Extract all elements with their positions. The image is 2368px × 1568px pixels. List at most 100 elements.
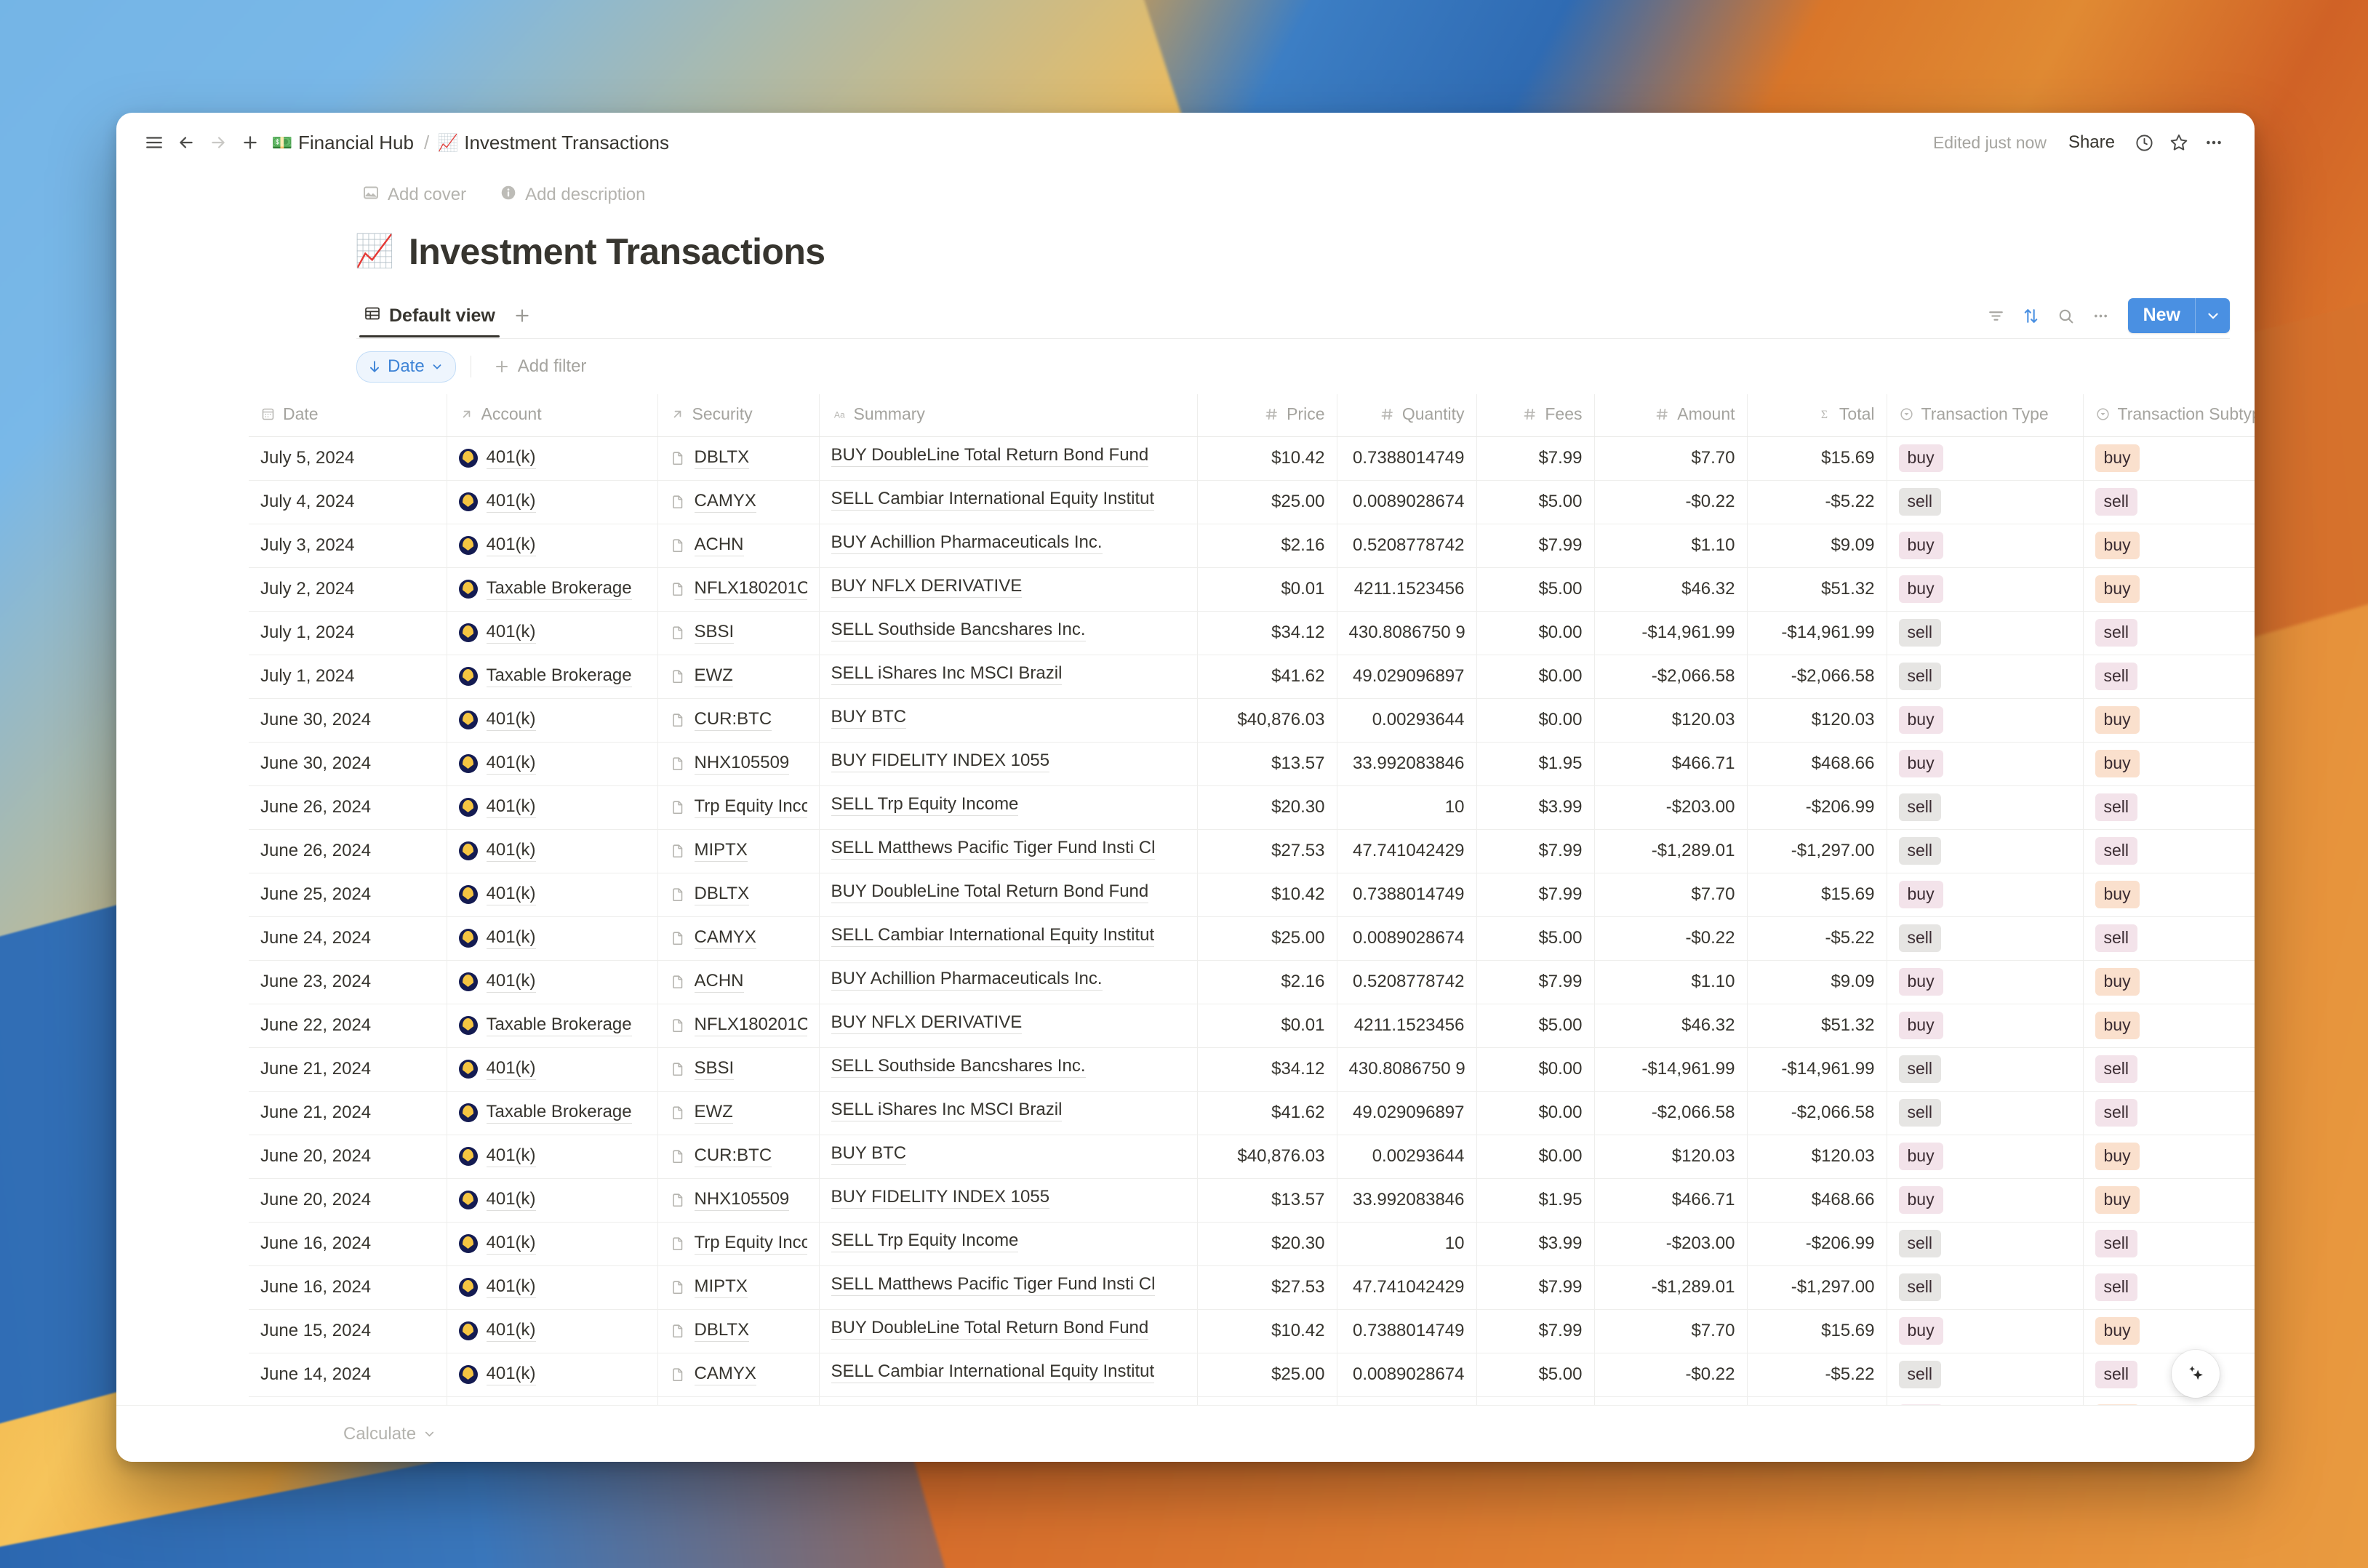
- cell-transaction-subtype[interactable]: buy: [2083, 567, 2255, 612]
- cell-total[interactable]: -$1,297.00: [1747, 1265, 1887, 1310]
- table-row[interactable]: June 25, 2024 401(k) DBLTX BUY DoubleLine…: [249, 873, 2255, 917]
- cell-amount[interactable]: $7.70: [1594, 1309, 1748, 1353]
- cell-security[interactable]: DBLTX: [657, 873, 820, 917]
- cell-summary[interactable]: SELL Southside Bancshares Inc.: [819, 1047, 1198, 1092]
- cell-transaction-type[interactable]: buy: [1887, 436, 2084, 481]
- cell-fees[interactable]: $0.00: [1476, 655, 1595, 699]
- security-relation-link[interactable]: CAMYX: [694, 491, 756, 513]
- cell-date[interactable]: June 13, 2024: [249, 1396, 447, 1405]
- cell-account[interactable]: 401(k): [447, 480, 658, 524]
- cell-account[interactable]: 401(k): [447, 916, 658, 961]
- column-header-fees[interactable]: Fees: [1476, 394, 1595, 437]
- summary-title-link[interactable]: SELL iShares Inc MSCI Brazil: [831, 1100, 1063, 1121]
- cell-price[interactable]: $0.01: [1197, 567, 1337, 612]
- cell-security[interactable]: SBSI: [657, 1047, 820, 1092]
- cell-transaction-type[interactable]: sell: [1887, 1047, 2084, 1092]
- cell-price[interactable]: $25.00: [1197, 916, 1337, 961]
- account-relation-link[interactable]: 401(k): [486, 622, 536, 644]
- summary-title-link[interactable]: SELL Southside Bancshares Inc.: [831, 620, 1086, 641]
- cell-summary[interactable]: SELL Southside Bancshares Inc.: [819, 611, 1198, 655]
- table-scroll-region[interactable]: Date Account Security Aa Summary Price Q…: [116, 394, 2255, 1405]
- cell-amount[interactable]: -$2,066.58: [1594, 1091, 1748, 1135]
- cell-date[interactable]: June 30, 2024: [249, 698, 447, 743]
- cell-account[interactable]: 401(k): [447, 1396, 658, 1405]
- cell-total[interactable]: $9.09: [1747, 524, 1887, 568]
- account-relation-link[interactable]: 401(k): [486, 840, 536, 862]
- cell-transaction-subtype[interactable]: buy: [2083, 873, 2255, 917]
- cell-date[interactable]: June 21, 2024: [249, 1091, 447, 1135]
- cell-price[interactable]: $34.12: [1197, 1047, 1337, 1092]
- account-relation-link[interactable]: 401(k): [486, 1364, 536, 1385]
- summary-title-link[interactable]: BUY BTC: [831, 1143, 907, 1165]
- cell-transaction-subtype[interactable]: buy: [2083, 698, 2255, 743]
- cell-amount[interactable]: $1.10: [1594, 524, 1748, 568]
- cell-quantity[interactable]: 47.741042429: [1337, 829, 1477, 873]
- cell-transaction-subtype[interactable]: sell: [2083, 480, 2255, 524]
- cell-price[interactable]: $10.42: [1197, 436, 1337, 481]
- table-row[interactable]: June 15, 2024 401(k) DBLTX BUY DoubleLine…: [249, 1309, 2255, 1353]
- cell-amount[interactable]: -$0.22: [1594, 916, 1748, 961]
- table-row[interactable]: June 30, 2024 401(k) NHX105509 BUY FIDELI…: [249, 742, 2255, 786]
- cell-fees[interactable]: $0.00: [1476, 1091, 1595, 1135]
- cell-summary[interactable]: BUY Achillion Pharmaceuticals Inc.: [819, 524, 1198, 568]
- cell-price[interactable]: $27.53: [1197, 829, 1337, 873]
- cell-fees[interactable]: $0.00: [1476, 1135, 1595, 1179]
- cell-total[interactable]: $51.32: [1747, 1004, 1887, 1048]
- hamburger-menu-icon[interactable]: [138, 127, 170, 159]
- cell-amount[interactable]: $120.03: [1594, 1135, 1748, 1179]
- summary-title-link[interactable]: BUY FIDELITY INDEX 1055: [831, 1187, 1050, 1209]
- cell-transaction-subtype[interactable]: buy: [2083, 524, 2255, 568]
- cell-quantity[interactable]: 33.992083846: [1337, 1178, 1477, 1223]
- cell-amount[interactable]: $7.70: [1594, 873, 1748, 917]
- sort-icon[interactable]: [2016, 300, 2047, 331]
- cell-summary[interactable]: BUY BTC: [819, 1135, 1198, 1179]
- cell-transaction-subtype[interactable]: buy: [2083, 1004, 2255, 1048]
- cell-date[interactable]: July 1, 2024: [249, 655, 447, 699]
- table-row[interactable]: June 13, 2024 401(k) ACHNBUY Achillion P…: [249, 1396, 2255, 1405]
- cell-amount[interactable]: -$14,961.99: [1594, 611, 1748, 655]
- filter-icon[interactable]: [1981, 300, 2012, 331]
- table-row[interactable]: June 21, 2024 401(k) SBSI SELL Southside …: [249, 1047, 2255, 1092]
- cell-fees[interactable]: $7.99: [1476, 524, 1595, 568]
- cell-amount[interactable]: -$1,289.01: [1594, 1265, 1748, 1310]
- cell-transaction-type[interactable]: sell: [1887, 785, 2084, 830]
- cell-price[interactable]: $20.30: [1197, 785, 1337, 830]
- cell-account[interactable]: Taxable Brokerage: [447, 1091, 658, 1135]
- cell-quantity[interactable]: 0.0089028674: [1337, 1353, 1477, 1397]
- cell-total[interactable]: -$206.99: [1747, 785, 1887, 830]
- cell-fees[interactable]: $7.99: [1476, 829, 1595, 873]
- cell-transaction-subtype[interactable]: buy: [2083, 1135, 2255, 1179]
- cell-date[interactable]: July 4, 2024: [249, 480, 447, 524]
- cell-fees[interactable]: $0.00: [1476, 698, 1595, 743]
- cell-transaction-type[interactable]: sell: [1887, 829, 2084, 873]
- column-header-total[interactable]: Σ Total: [1747, 394, 1887, 437]
- breadcrumb-item-investment-transactions[interactable]: 📈 Investment Transactions: [432, 128, 676, 158]
- cell-transaction-type[interactable]: buy: [1887, 960, 2084, 1004]
- cell-transaction-subtype[interactable]: sell: [2083, 1091, 2255, 1135]
- table-row[interactable]: June 20, 2024 401(k) NHX105509 BUY FIDELI…: [249, 1178, 2255, 1223]
- cell-summary[interactable]: BUY NFLX DERIVATIVE: [819, 1004, 1198, 1048]
- cell-fees[interactable]: $7.99: [1476, 1396, 1595, 1405]
- cell-transaction-subtype[interactable]: buy: [2083, 1396, 2255, 1405]
- cell-summary[interactable]: BUY Achillion Pharmaceuticals Inc.: [819, 1396, 1198, 1405]
- security-relation-link[interactable]: ACHN: [694, 535, 744, 556]
- cell-transaction-type[interactable]: sell: [1887, 1222, 2084, 1266]
- cell-total[interactable]: -$5.22: [1747, 480, 1887, 524]
- cell-date[interactable]: June 22, 2024: [249, 1004, 447, 1048]
- cell-fees[interactable]: $7.99: [1476, 1309, 1595, 1353]
- cell-summary[interactable]: BUY FIDELITY INDEX 1055: [819, 1178, 1198, 1223]
- cell-quantity[interactable]: 0.7388014749: [1337, 1309, 1477, 1353]
- cell-security[interactable]: EWZ: [657, 1091, 820, 1135]
- cell-security[interactable]: ACHN: [657, 1396, 820, 1405]
- cell-transaction-subtype[interactable]: sell: [2083, 611, 2255, 655]
- cell-account[interactable]: 401(k): [447, 1265, 658, 1310]
- cell-quantity[interactable]: 4211.1523456: [1337, 1004, 1477, 1048]
- cell-transaction-subtype[interactable]: sell: [2083, 785, 2255, 830]
- cell-fees[interactable]: $7.99: [1476, 873, 1595, 917]
- security-relation-link[interactable]: MIPTX: [694, 840, 748, 862]
- account-relation-link[interactable]: 401(k): [486, 447, 536, 469]
- cell-price[interactable]: $2.16: [1197, 1396, 1337, 1405]
- cell-security[interactable]: ACHN: [657, 524, 820, 568]
- summary-title-link[interactable]: SELL Cambiar International Equity Instit…: [831, 925, 1155, 947]
- summary-title-link[interactable]: SELL Cambiar International Equity Instit…: [831, 1361, 1155, 1383]
